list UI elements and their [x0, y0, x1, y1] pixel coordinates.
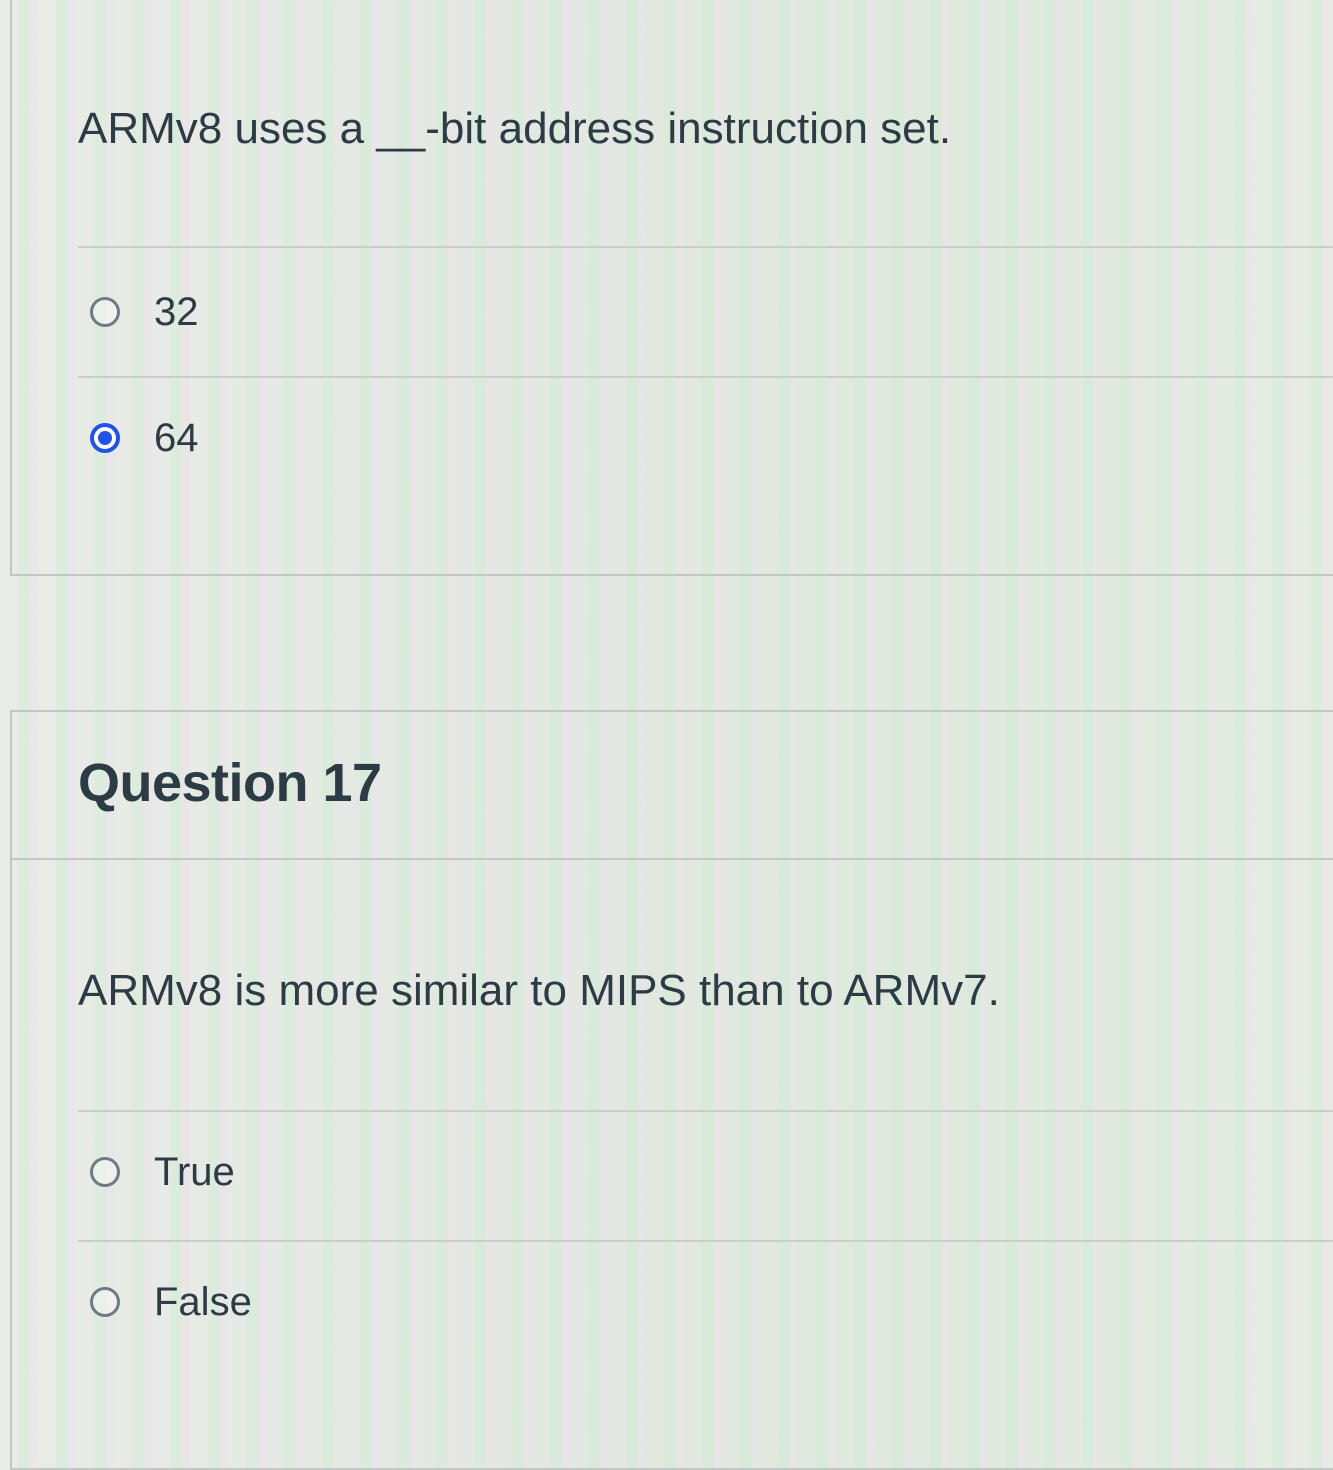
answer-label: True: [154, 1149, 235, 1194]
question-16-card: ARMv8 uses a __-bit address instruction …: [10, 0, 1333, 576]
radio-unchecked-icon[interactable]: [90, 1287, 120, 1317]
answer-divider: [78, 1240, 1333, 1242]
question-header: Question 17: [12, 712, 1333, 860]
answer-option-true[interactable]: True: [90, 1142, 235, 1202]
answer-divider: [78, 1110, 1333, 1112]
question-17-text: ARMv8 is more similar to MIPS than to AR…: [78, 966, 1000, 1015]
answer-option-64[interactable]: 64: [90, 408, 199, 468]
answer-divider: [78, 376, 1333, 378]
question-16-text: ARMv8 uses a __-bit address instruction …: [78, 104, 952, 153]
question-title: Question 17: [78, 753, 382, 813]
answer-label: False: [154, 1279, 252, 1324]
answer-label: 32: [154, 289, 199, 334]
radio-checked-icon[interactable]: [90, 423, 120, 453]
answer-option-32[interactable]: 32: [90, 282, 199, 342]
answer-divider: [78, 246, 1333, 248]
question-17-card: Question 17 ARMv8 is more similar to MIP…: [10, 710, 1333, 1470]
radio-unchecked-icon[interactable]: [90, 297, 120, 327]
radio-unchecked-icon[interactable]: [90, 1157, 120, 1187]
answer-option-false[interactable]: False: [90, 1272, 252, 1332]
answer-label: 64: [154, 415, 199, 460]
